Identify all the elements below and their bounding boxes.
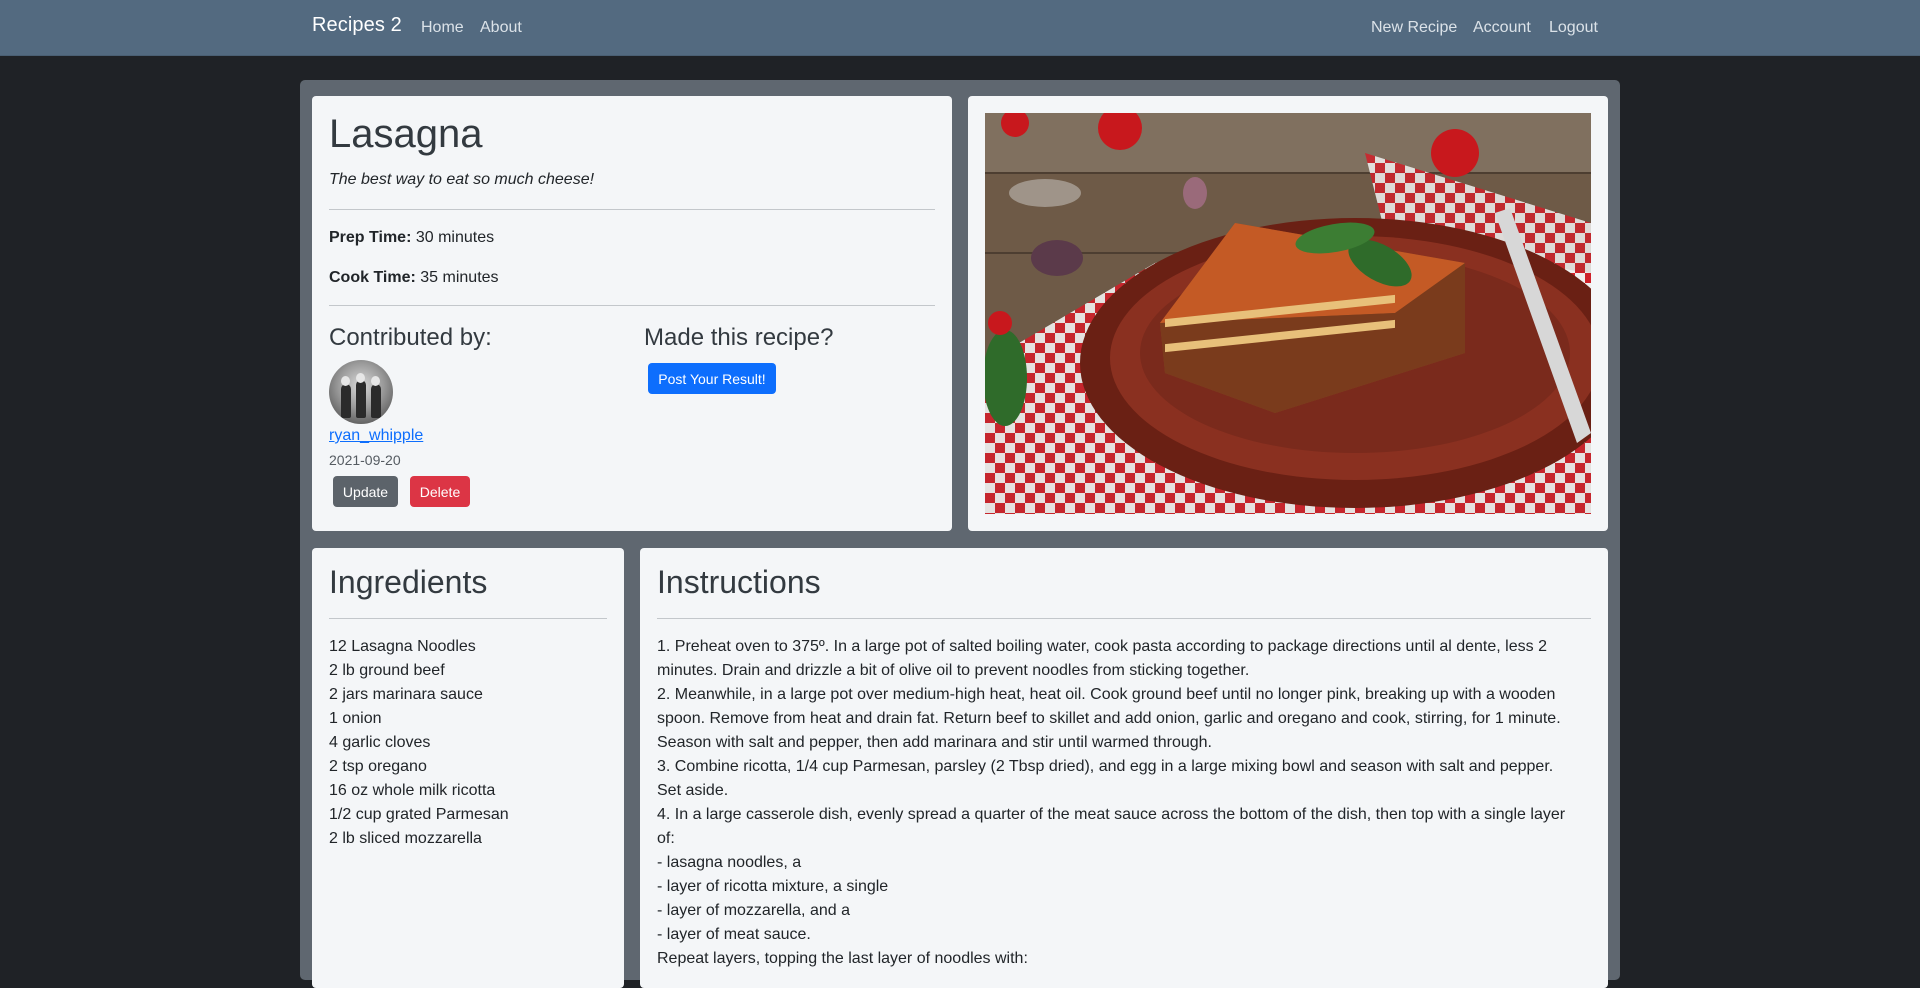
instruction-line: - lasagna noodles, a [657, 854, 802, 871]
instruction-line: 4. In a large casserole dish, evenly spr… [657, 806, 1566, 823]
instructions-heading: Instructions [657, 564, 821, 600]
prep-time: Prep Time: 30 minutes [329, 229, 494, 247]
ingredient-item: 16 oz whole milk ricotta [329, 782, 496, 799]
instruction-line: spoon. Remove from heat and drain fat. R… [657, 710, 1561, 727]
ingredient-item: 1/2 cup grated Parmesan [329, 806, 509, 823]
ingredient-item: 2 jars marinara sauce [329, 686, 483, 703]
divider [329, 209, 935, 210]
instruction-line: Set aside. [657, 782, 729, 799]
recipe-photo [985, 113, 1591, 514]
nav-logout-link[interactable]: Logout [1549, 19, 1598, 37]
instruction-line: 2. Meanwhile, in a large pot over medium… [657, 686, 1556, 703]
post-result-button[interactable]: Post Your Result! [648, 363, 776, 394]
navbar: Recipes 2 Home About New Recipe Account … [0, 0, 1920, 56]
instruction-line: Season with salt and pepper, then add ma… [657, 734, 1212, 751]
instruction-line: 1. Preheat oven to 375º. In a large pot … [657, 638, 1547, 655]
contributed-by-heading: Contributed by: [329, 324, 492, 351]
ingredients-heading: Ingredients [329, 564, 488, 600]
cook-time-value: 35 minutes [420, 269, 499, 286]
instruction-line: of: [657, 830, 675, 847]
instruction-line: - layer of meat sauce. [657, 926, 811, 943]
contributed-date: 2021-09-20 [329, 452, 401, 468]
nav-about-link[interactable]: About [480, 19, 522, 37]
ingredient-item: 2 lb ground beef [329, 662, 445, 679]
delete-button[interactable]: Delete [410, 476, 470, 507]
update-button[interactable]: Update [333, 476, 398, 507]
ingredient-item: 2 lb sliced mozzarella [329, 830, 482, 847]
instruction-line: minutes. Drain and drizzle a bit of oliv… [657, 662, 1250, 679]
instruction-line: - layer of ricotta mixture, a single [657, 878, 889, 895]
ingredient-item: 2 tsp oregano [329, 758, 427, 775]
made-this-heading: Made this recipe? [644, 324, 834, 351]
ingredient-item: 1 onion [329, 710, 382, 727]
instruction-line: - layer of mozzarella, and a [657, 902, 850, 919]
instruction-line: 3. Combine ricotta, 1/4 cup Parmesan, pa… [657, 758, 1554, 775]
recipe-subtitle: The best way to eat so much cheese! [329, 171, 595, 188]
divider [329, 618, 607, 619]
lasagna-image [985, 113, 1591, 514]
ingredient-item: 4 garlic cloves [329, 734, 431, 751]
avatar[interactable] [329, 360, 393, 424]
ingredient-item: 12 Lasagna Noodles [329, 638, 476, 655]
cook-time-label: Cook Time: [329, 269, 416, 286]
nav-new-recipe-link[interactable]: New Recipe [1371, 19, 1457, 37]
recipe-title: Lasagna [329, 112, 483, 156]
nav-home-link[interactable]: Home [421, 19, 464, 37]
divider [329, 305, 935, 306]
instruction-line: Repeat layers, topping the last layer of… [657, 950, 1028, 967]
prep-time-value: 30 minutes [415, 229, 495, 246]
divider [657, 618, 1591, 619]
nav-account-link[interactable]: Account [1473, 19, 1531, 37]
recipe-info-card [312, 96, 952, 531]
contributor-username-link[interactable]: ryan_whipple [329, 427, 423, 445]
brand-link[interactable]: Recipes 2 [312, 14, 402, 37]
cook-time: Cook Time: 35 minutes [329, 269, 499, 287]
prep-time-label: Prep Time: [329, 229, 412, 246]
